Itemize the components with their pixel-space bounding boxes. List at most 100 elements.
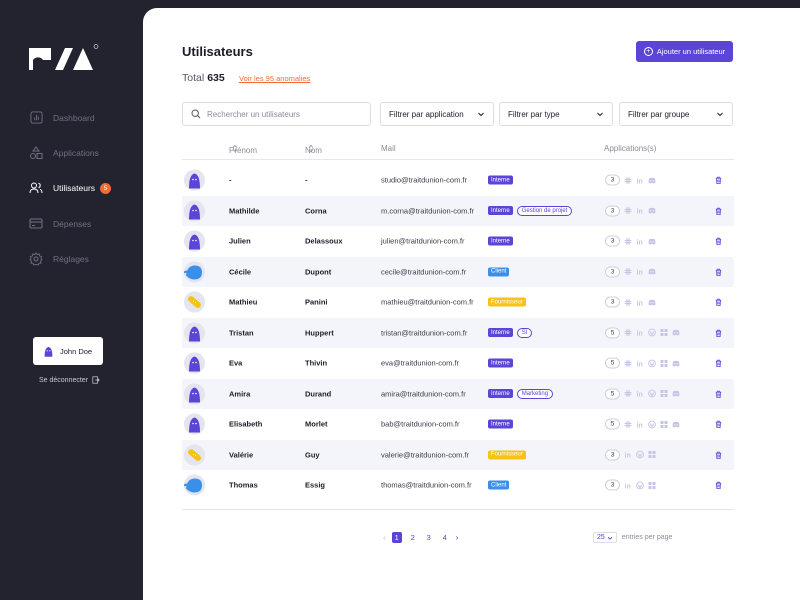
delete-icon[interactable] [714, 481, 723, 490]
mail-cell: valerie@traitdunion-com.fr [381, 450, 470, 460]
table-row[interactable]: Thomas Essig thomas@traitdunion-com.fr Clie… [182, 470, 734, 501]
svg-text:in: in [637, 209, 643, 215]
sidebar-item-label: Dépenses [53, 218, 92, 229]
per-page-label: entries per page [621, 534, 673, 541]
table-row[interactable]: Mathilde Corna m.corna@traitdunion-com.fr I… [182, 195, 734, 226]
sidebar-item-dashboard[interactable]: Dashboard [0, 100, 143, 135]
delete-icon[interactable] [714, 359, 723, 368]
chevron-down-icon [607, 536, 612, 540]
mail-cell: amira@traitdunion-com.fr [381, 389, 466, 399]
total-count: Total 635 [182, 72, 225, 84]
search-box[interactable] [182, 102, 371, 126]
linkedin-icon: in [637, 178, 643, 184]
wordpress-icon [648, 420, 656, 429]
avatar [184, 169, 205, 191]
sidebar-item-applications[interactable]: Applications [0, 135, 143, 170]
users-icon [29, 181, 43, 195]
mail-cell: bab@traitdunion-com.fr [381, 419, 460, 429]
first-name-cell: Thomas [229, 480, 258, 490]
chevron-down-icon [478, 112, 484, 117]
first-name-cell: - [229, 175, 232, 185]
apps-count-badge[interactable]: 5 [605, 418, 620, 430]
apps-cell: 3 in [605, 266, 656, 278]
table-row[interactable]: Tristan Huppert tristan@traitdunion-com.fr… [182, 317, 734, 348]
slack-icon [624, 329, 632, 337]
table-row[interactable]: Elisabeth Morlet bab@traitdunion-com.fr Int… [182, 409, 734, 440]
page-button[interactable]: 2 [408, 532, 418, 543]
total-label: Total [182, 72, 205, 84]
tags-cell: Fournisseur [488, 450, 526, 460]
delete-icon[interactable] [714, 298, 723, 307]
add-user-button[interactable]: + Ajouter un utilisateur [636, 41, 733, 62]
filter-type[interactable]: Filtrer par type [499, 102, 613, 126]
last-name-cell: Morlet [305, 419, 328, 429]
apps-count-badge[interactable]: 5 [605, 327, 620, 339]
page-button[interactable]: 4 [440, 532, 450, 543]
main-panel: Utilisateurs + Ajouter un utilisateur To… [143, 8, 800, 600]
logout-link[interactable]: Se déconnecter [39, 376, 100, 384]
last-name-cell: Delassoux [305, 236, 343, 246]
table-row[interactable]: Valérie Guy valerie@traitdunion-com.fr Four… [182, 439, 734, 470]
table-row[interactable]: Amira Durand amira@traitdunion-com.fr Inter… [182, 378, 734, 409]
table-row[interactable]: Cécile Dupont cecile@traitdunion-com.fr Cli… [182, 256, 734, 287]
column-last-name-label: Nom [305, 146, 322, 155]
delete-icon[interactable] [714, 420, 723, 429]
table-row[interactable]: Mathieu Panini mathieu@traitdunion-com.fr F… [182, 287, 734, 318]
anomalies-link[interactable]: Voir les 95 anomalies [239, 74, 310, 83]
delete-icon[interactable] [714, 237, 723, 246]
sidebar-item-reglages[interactable]: Réglages [0, 241, 143, 276]
linkedin-icon: in [637, 422, 643, 428]
table-row[interactable]: Eva Thivin eva@traitdunion-com.fr Interne 5 i… [182, 348, 734, 379]
apps-count-badge[interactable]: 3 [605, 449, 620, 461]
delete-icon[interactable] [714, 450, 723, 459]
sidebar-item-utilisateurs[interactable]: Utilisateurs 5 [0, 171, 143, 206]
first-name-cell: Eva [229, 358, 243, 368]
user-type-tag: Gestion de projet [516, 205, 573, 216]
user-type-tag: Interne [488, 328, 513, 338]
linkedin-icon: in [637, 392, 643, 398]
sidebar: Dashboard Applications Utilisateurs 5 Dépens… [0, 0, 143, 600]
avatar [184, 261, 205, 283]
delete-icon[interactable] [714, 176, 723, 185]
filter-application[interactable]: Filtrer par application [380, 102, 494, 126]
filter-group-label: Filtrer par groupe [628, 109, 690, 119]
apps-cell: 5 in [605, 357, 680, 369]
apps-count-badge[interactable]: 3 [605, 479, 620, 491]
avatar [184, 352, 205, 374]
svg-text:in: in [637, 422, 643, 428]
first-name-cell: Julien [229, 236, 251, 246]
column-first-name[interactable]: Prénom [229, 144, 257, 155]
next-page-icon[interactable]: › [456, 533, 459, 542]
user-profile-button[interactable]: John Doe [33, 337, 103, 365]
table-row[interactable]: Julien Delassoux julien@traitdunion-com.fr… [182, 226, 734, 257]
page-button[interactable]: 1 [391, 532, 402, 543]
filter-group[interactable]: Filtrer par groupe [619, 102, 733, 126]
search-input[interactable] [207, 109, 367, 119]
column-last-name[interactable]: Nom [305, 144, 322, 155]
per-page-select[interactable]: 25 [593, 532, 617, 543]
apps-count-badge[interactable]: 3 [605, 266, 620, 278]
apps-count-badge[interactable]: 3 [605, 174, 620, 186]
page-button[interactable]: 3 [424, 532, 434, 543]
delete-icon[interactable] [714, 206, 723, 215]
linkedin-icon: in [637, 300, 643, 306]
delete-icon[interactable] [714, 389, 723, 398]
apps-cell: 5 in [605, 388, 680, 400]
table-row[interactable]: - - studio@traitdunion-com.fr Interne 3 in [182, 165, 734, 196]
apps-count-badge[interactable]: 3 [605, 205, 620, 217]
svg-text:in: in [637, 178, 643, 184]
logout-icon [92, 376, 100, 384]
table-divider [182, 509, 734, 510]
delete-icon[interactable] [714, 328, 723, 337]
apps-count-badge[interactable]: 3 [605, 235, 620, 247]
delete-icon[interactable] [714, 267, 723, 276]
brand-logo[interactable] [29, 44, 99, 74]
user-type-tag: Client [488, 480, 510, 490]
prev-page-icon[interactable]: ‹ [383, 533, 386, 542]
apps-count-badge[interactable]: 3 [605, 296, 620, 308]
apps-count-badge[interactable]: 5 [605, 357, 620, 369]
discord-icon [672, 421, 680, 428]
column-mail: Mail [381, 144, 396, 153]
apps-count-badge[interactable]: 5 [605, 388, 620, 400]
sidebar-item-depenses[interactable]: Dépenses [0, 206, 143, 241]
